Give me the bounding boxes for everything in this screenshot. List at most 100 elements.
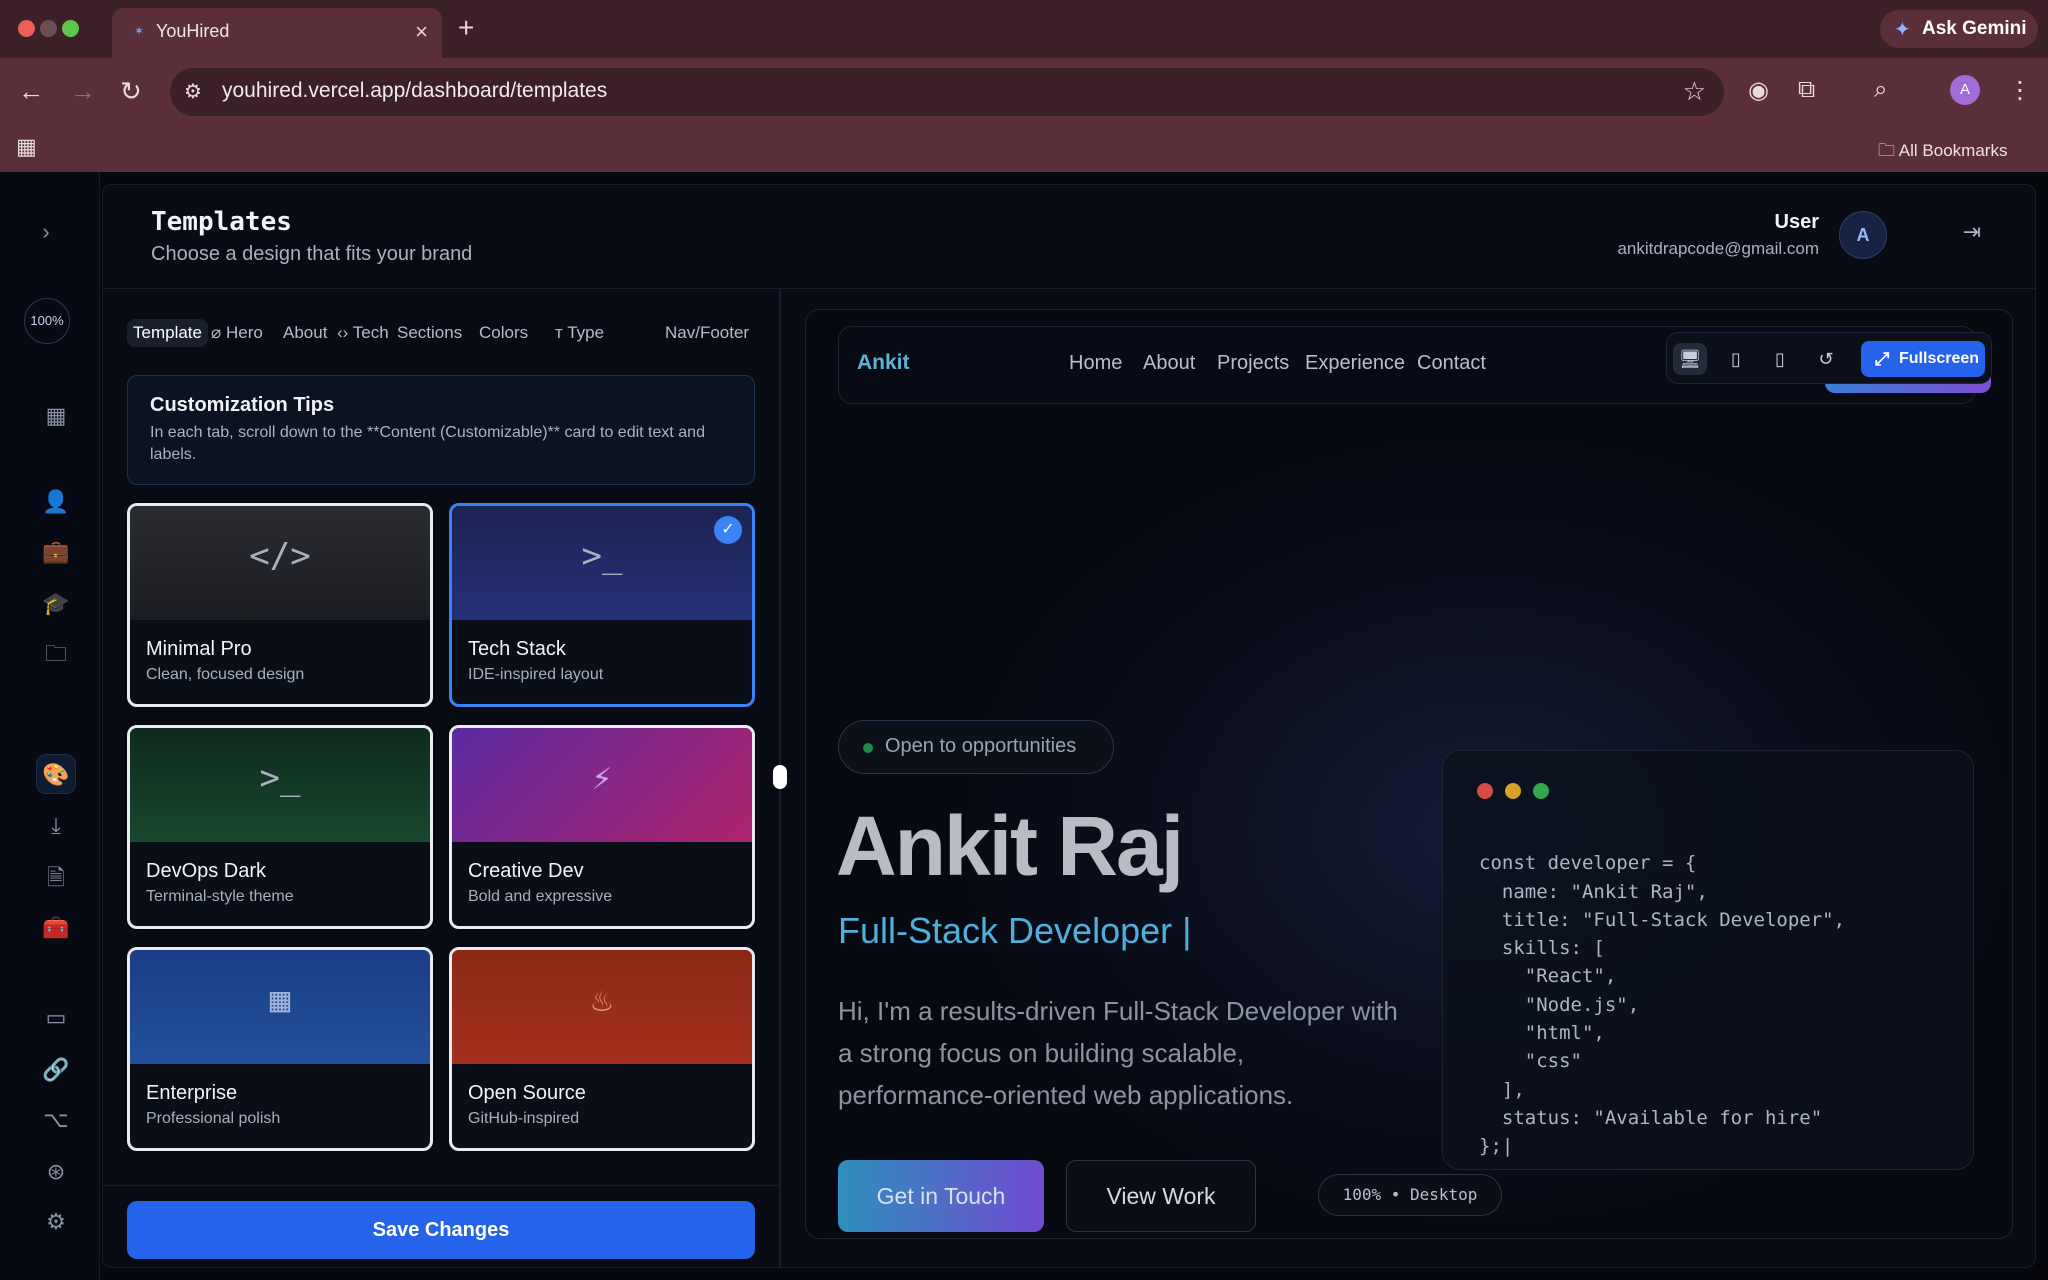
bookmark-star-icon[interactable]: ☆ <box>1683 76 1706 107</box>
preview-nav-about[interactable]: About <box>1143 352 1195 375</box>
toolbox-icon[interactable]: 🧰 <box>36 908 76 948</box>
logout-icon[interactable]: ⇥ <box>1963 219 1981 245</box>
palette-templates-icon[interactable]: 🎨 <box>36 754 76 794</box>
user-profile-icon[interactable]: 👤 <box>36 482 76 522</box>
menu-kebab-icon[interactable]: ⋮ <box>2008 76 2032 105</box>
tablet-view-icon[interactable]: ▯ <box>1719 343 1753 375</box>
dashboard-grid-icon[interactable]: ▦ <box>36 396 76 436</box>
tab-sections[interactable]: Sections <box>397 323 462 343</box>
gemini-sparkle-icon: ✦ <box>1894 19 1911 41</box>
get-in-touch-button[interactable]: Get in Touch <box>838 1160 1044 1232</box>
tab-search-icon[interactable]: ⌕ <box>1874 76 1887 104</box>
preview-nav-contact[interactable]: Contact <box>1417 352 1486 375</box>
projects-folder-icon[interactable]: 🗀 <box>36 634 76 674</box>
preview-nav-home[interactable]: Home <box>1069 352 1122 375</box>
close-window-button[interactable] <box>18 20 35 37</box>
tab-tech[interactable]: ‹› Tech <box>337 323 389 343</box>
zoom-badge: 100% <box>24 298 70 344</box>
tab-type[interactable]: ᴛ Type <box>555 323 604 343</box>
preview-nav-experience[interactable]: Experience <box>1305 352 1405 375</box>
tab-hero[interactable]: ⌀ Hero <box>211 323 263 343</box>
browser-tab[interactable]: ✶ YouHired × <box>112 8 442 58</box>
settings-gear-icon[interactable]: ⚙ <box>36 1202 76 1242</box>
window-dot-yellow <box>1505 783 1521 799</box>
card-preview: ⚡ <box>452 728 752 842</box>
window-dot-green <box>1533 783 1549 799</box>
close-tab-icon[interactable]: × <box>415 19 428 45</box>
page-subtitle: Choose a design that fits your brand <box>151 243 473 265</box>
fullscreen-button[interactable]: ⤢ Fullscreen <box>1861 341 1985 377</box>
header-divider <box>103 288 2035 289</box>
link-icon[interactable]: 🔗 <box>36 1050 76 1090</box>
template-card-minimal-pro[interactable]: </> Minimal Pro Clean, focused design <box>127 503 433 707</box>
template-card-tech-stack[interactable]: >_ ✓ Tech Stack IDE-inspired layout <box>449 503 755 707</box>
tab-navfooter[interactable]: Nav/Footer <box>665 323 749 343</box>
card-preview: ♨ <box>452 950 752 1064</box>
refresh-preview-icon[interactable]: ↺ <box>1809 343 1843 375</box>
code-line: title: "Full-Stack Developer", <box>1479 908 1846 931</box>
code-snippet-card: const developer = { name: "Ankit Raj", t… <box>1442 750 1974 1170</box>
desktop-view-icon[interactable]: 🖥 <box>1673 343 1707 375</box>
browser-tab-bar: ✶ YouHired × + ✦ Ask Gemini <box>0 0 2048 58</box>
editor-tabs: Template ⌀ Hero About ‹› Tech Sections C… <box>127 311 763 361</box>
terminal-icon: >_ <box>581 536 623 576</box>
splitter-drag-handle[interactable] <box>773 765 787 789</box>
expand-icon: ⤢ <box>1875 349 1890 369</box>
maximize-window-button[interactable] <box>62 20 79 37</box>
all-bookmarks-label: All Bookmarks <box>1898 141 2008 160</box>
app-root: › 100% ▦ 👤 💼 🎓 🗀 🎨 ⤓ 🗎 🧰 ▭ 🔗 ⌥ ⊛ ⚙ Templ… <box>0 172 2048 1280</box>
card-preview: ▦ <box>130 950 430 1064</box>
tab-template[interactable]: Template <box>127 319 208 347</box>
ask-gemini-button[interactable]: ✦ Ask Gemini <box>1880 10 2038 48</box>
template-card-open-source[interactable]: ♨ Open Source GitHub-inspired <box>449 947 755 1151</box>
extensions-icon[interactable]: ⧉ <box>1798 76 1815 104</box>
apps-grid-icon[interactable]: ▦ <box>16 134 37 160</box>
code-line: "html", <box>1479 1022 1605 1045</box>
credit-card-icon[interactable]: ▭ <box>36 998 76 1038</box>
camera-icon[interactable]: ◉ <box>1748 76 1769 105</box>
user-avatar[interactable]: A <box>1839 211 1887 259</box>
minimize-window-button[interactable] <box>40 20 57 37</box>
fullscreen-label: Fullscreen <box>1899 350 1980 367</box>
template-card-enterprise[interactable]: ▦ Enterprise Professional polish <box>127 947 433 1151</box>
tab-about[interactable]: About <box>283 323 327 343</box>
template-card-devops-dark[interactable]: >_ DevOps Dark Terminal-style theme <box>127 725 433 929</box>
graduation-cap-icon[interactable]: 🎓 <box>36 584 76 624</box>
document-icon[interactable]: 🗎 <box>36 858 76 898</box>
briefcase-icon[interactable]: 💼 <box>36 532 76 572</box>
template-card-creative-dev[interactable]: ⚡ Creative Dev Bold and expressive <box>449 725 755 929</box>
mobile-view-icon[interactable]: ▯ <box>1763 343 1797 375</box>
card-description: Terminal-style theme <box>146 888 294 905</box>
all-bookmarks-button[interactable]: 🗀 All Bookmarks <box>1878 138 2007 167</box>
view-work-button[interactable]: View Work <box>1066 1160 1256 1232</box>
preview-brand[interactable]: Ankit <box>857 351 910 375</box>
code-brackets-icon: </> <box>249 536 311 576</box>
site-settings-icon[interactable]: ⚙ <box>184 79 202 104</box>
address-bar[interactable]: ⚙ youhired.vercel.app/dashboard/template… <box>170 68 1724 116</box>
page-title: Templates <box>151 207 292 237</box>
forward-icon[interactable]: → <box>70 76 96 107</box>
help-lifebuoy-icon[interactable]: ⊛ <box>36 1152 76 1192</box>
expand-sidebar-icon[interactable]: › <box>26 212 66 252</box>
save-changes-button[interactable]: Save Changes <box>127 1201 755 1259</box>
back-icon[interactable]: ← <box>18 76 44 107</box>
hero-name: Ankit Raj <box>836 799 1184 893</box>
reload-icon[interactable]: ↻ <box>120 76 142 107</box>
card-title: DevOps Dark <box>146 860 267 882</box>
url-text[interactable]: youhired.vercel.app/dashboard/templates <box>222 79 607 103</box>
ask-gemini-label: Ask Gemini <box>1922 18 2027 39</box>
profile-avatar[interactable]: A <box>1950 75 1980 105</box>
availability-text: Open to opportunities <box>885 735 1077 757</box>
github-icon[interactable]: ⌥ <box>36 1100 76 1140</box>
preview-nav-projects[interactable]: Projects <box>1217 352 1289 375</box>
code-line: };| <box>1479 1135 1514 1158</box>
flame-icon: ♨ <box>591 980 613 1020</box>
preview-toolbar: 🖥 ▯ ▯ ↺ ⤢ Fullscreen <box>1666 332 1992 384</box>
code-line: "css" <box>1479 1050 1582 1073</box>
download-icon[interactable]: ⤓ <box>36 806 76 846</box>
tab-tech-label: Tech <box>352 323 389 342</box>
tips-title: Customization Tips <box>150 394 335 416</box>
tab-colors[interactable]: Colors <box>479 323 528 343</box>
new-tab-button[interactable]: + <box>458 12 474 44</box>
favicon-icon: ✶ <box>134 24 145 38</box>
